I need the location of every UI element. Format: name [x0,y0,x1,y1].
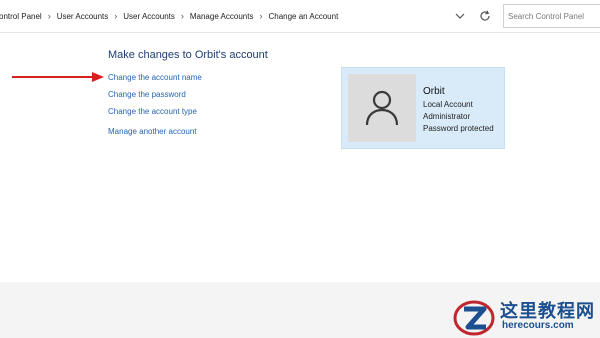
search-box[interactable] [503,4,600,28]
user-icon [365,90,399,126]
change-password-link[interactable]: Change the password [108,90,186,99]
watermark-url: herecours.com [502,320,574,331]
chevron-down-icon[interactable] [453,9,467,23]
search-input[interactable] [508,5,600,27]
breadcrumb-control-panel[interactable]: ontrol Panel [0,12,45,21]
password-status-text: Password protected [423,124,494,133]
change-account-name-link[interactable]: Change the account name [108,73,202,82]
breadcrumb-change-account[interactable]: Change an Account [265,12,341,21]
user-name: Orbit [423,86,445,97]
address-bar: ontrol Panel › User Accounts › User Acco… [0,0,600,33]
breadcrumb-user-accounts[interactable]: User Accounts [54,12,112,21]
breadcrumb-separator-icon[interactable]: › [256,11,265,21]
account-type-text: Local Account [423,100,473,109]
breadcrumb: ontrol Panel › User Accounts › User Acco… [0,0,341,32]
watermark-logo-icon [453,300,495,336]
user-account-card: Orbit Local Account Administrator Passwo… [341,67,505,149]
breadcrumb-manage-accounts[interactable]: Manage Accounts [187,12,257,21]
change-account-type-link[interactable]: Change the account type [108,107,197,116]
avatar [348,74,416,142]
breadcrumb-separator-icon[interactable]: › [178,11,187,21]
account-role-text: Administrator [423,112,471,121]
breadcrumb-user-accounts-sub[interactable]: User Accounts [120,12,178,21]
manage-another-account-link[interactable]: Manage another account [108,127,197,136]
breadcrumb-separator-icon[interactable]: › [45,11,54,21]
watermark: 这里教程网 herecours.com [452,295,600,338]
page-title: Make changes to Orbit's account [108,49,268,61]
red-arrow-icon [12,72,104,82]
breadcrumb-separator-icon[interactable]: › [111,11,120,21]
refresh-icon[interactable] [478,9,492,23]
